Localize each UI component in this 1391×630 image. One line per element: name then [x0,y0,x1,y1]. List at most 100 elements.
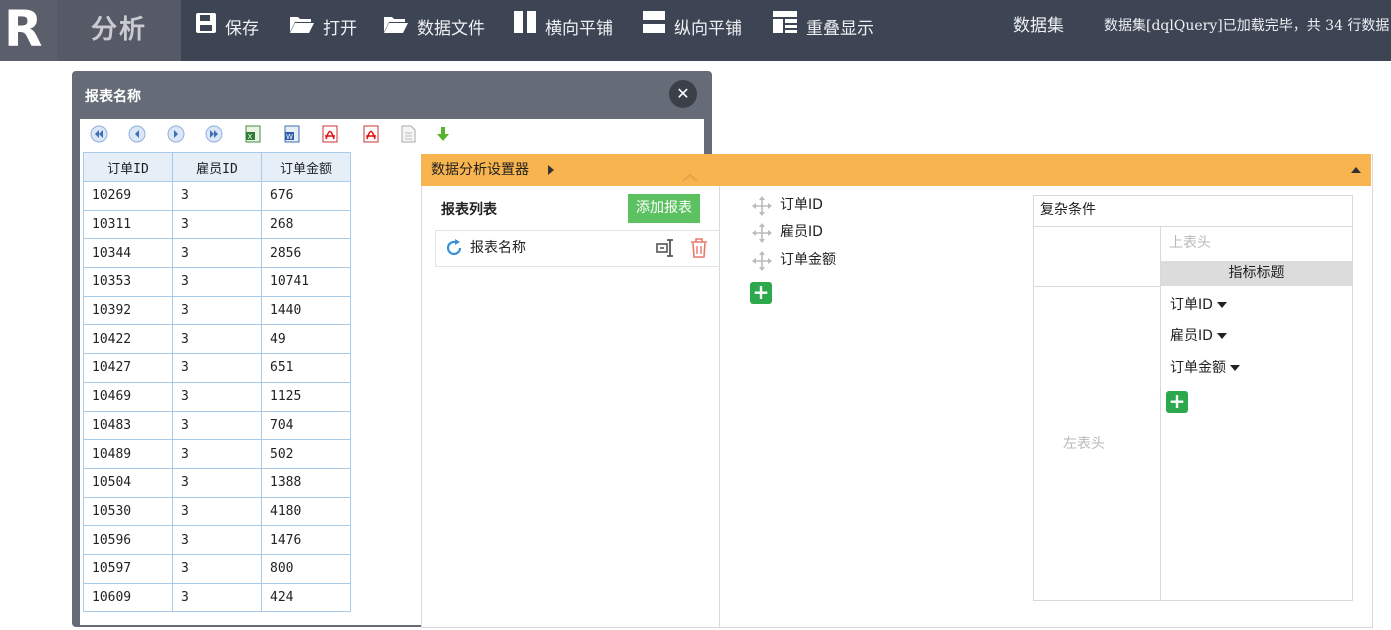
expand-arrow-icon[interactable] [548,165,554,175]
measure-item[interactable]: 订单ID [1170,293,1227,317]
first-page-icon[interactable] [90,125,108,143]
divider [1034,286,1161,287]
table-row[interactable]: 10353 3 10741 [83,267,351,297]
field-label: 雇员ID [780,224,823,240]
table-cell: 1125 [261,381,351,412]
table-row[interactable]: 10469 3 1125 [83,381,351,412]
table-cell: 502 [261,439,351,469]
column-header[interactable]: 雇员ID [172,152,262,182]
move-icon[interactable] [752,223,772,247]
measure-item[interactable]: 雇员ID [1170,324,1227,348]
table-row[interactable]: 10489 3 502 [83,439,351,469]
analysis-panel-title: 数据分析设置器 [431,162,529,178]
table-cell: 268 [261,209,351,240]
tile-vertical-button[interactable]: 纵向平铺 [642,0,742,61]
measure-label: 雇员ID [1170,328,1213,344]
table-cell: 3 [172,324,262,355]
condition-title[interactable]: 复杂条件 [1040,196,1096,226]
table-cell: 3 [172,267,262,297]
collapse-panel-icon[interactable] [1351,167,1361,173]
download-icon[interactable] [434,125,452,143]
save-button[interactable]: 保存 [195,0,259,61]
table-cell: 3 [172,295,262,326]
left-header-dropzone[interactable]: 左表头 [1063,433,1105,453]
table-cell: 49 [261,324,351,355]
column-header[interactable]: 订单ID [83,152,173,182]
measure-item[interactable]: 订单金额 [1170,356,1240,380]
table-cell: 4180 [261,496,351,527]
caret-down-icon[interactable] [1230,365,1240,371]
analysis-panel-header[interactable]: 数据分析设置器 [421,154,1371,186]
table-cell: 10392 [83,295,173,326]
refresh-icon[interactable] [444,238,464,262]
export-text-icon[interactable] [399,125,417,143]
table-cell: 3 [172,553,262,584]
plus-icon: + [752,280,770,304]
table-cell: 10344 [83,238,173,269]
table-cell: 10269 [83,181,173,211]
table-cell: 2856 [261,238,351,269]
table-row[interactable]: 10427 3 651 [83,353,351,383]
table-row[interactable]: 10311 3 268 [83,209,351,240]
report-data-table: 订单ID 雇员ID 订单金额 10269 3 676 10311 3 268 10344 3 2… [83,152,351,613]
export-pdf-icon[interactable] [321,125,339,143]
field-label: 订单金额 [780,252,836,268]
previous-page-icon[interactable] [128,125,146,143]
caret-down-icon[interactable] [1216,333,1227,339]
top-header-dropzone[interactable]: 上表头 [1169,232,1211,252]
folder-open-icon [289,0,315,58]
tile-vertical-label: 纵向平铺 [674,19,742,39]
table-cell: 10422 [83,324,173,355]
table-row[interactable]: 10344 3 2856 [83,238,351,269]
table-cell: 1476 [261,525,351,555]
open-button[interactable]: 打开 [289,0,357,61]
table-row[interactable]: 10596 3 1476 [83,525,351,555]
plus-icon: + [1168,389,1186,413]
table-cell: 3 [172,381,262,412]
report-toolbar: X W [80,119,704,149]
export-pdf-alt-icon[interactable] [362,125,380,143]
cascade-button[interactable]: 重叠显示 [772,0,874,61]
move-icon[interactable] [752,251,772,275]
column-header[interactable]: 订单金额 [261,152,351,182]
data-file-button[interactable]: 数据文件 [383,0,485,61]
chevron-up-icon [681,170,699,186]
condition-panel: 复杂条件 上表头 指标标题 左表头 订单ID 雇员ID 订单金额 + [1033,195,1353,601]
close-button[interactable]: ✕ [669,80,697,108]
trash-icon[interactable] [690,238,708,262]
last-page-icon[interactable] [205,125,223,143]
table-row[interactable]: 10609 3 424 [83,582,351,613]
app-logo: R [0,0,57,61]
add-measure-button[interactable]: + [1166,391,1188,413]
table-cell: 10311 [83,209,173,240]
tile-horizontal-button[interactable]: 横向平铺 [513,0,613,61]
export-word-icon[interactable]: W [283,125,301,143]
add-report-button[interactable]: 添加报表 [628,194,700,223]
table-cell: 10530 [83,496,173,527]
table-cell: 10489 [83,439,173,469]
dataset-menu[interactable]: 数据集 [1013,0,1064,61]
table-cell: 10353 [83,267,173,297]
table-row[interactable]: 10269 3 676 [83,181,351,211]
table-body: 10269 3 676 10311 3 268 10344 3 2856 10353 3 10741 1… [83,181,351,613]
table-cell: 651 [261,353,351,383]
caret-down-icon[interactable] [1216,302,1227,308]
export-excel-icon[interactable]: X [244,125,262,143]
tile-horizontal-label: 横向平铺 [545,19,613,39]
metric-title-header[interactable]: 指标标题 [1161,261,1352,286]
list-item[interactable]: 报表名称 [435,230,720,267]
table-row[interactable]: 10504 3 1388 [83,467,351,498]
table-cell: 10483 [83,410,173,441]
report-name: 报表名称 [470,240,526,256]
table-header-row: 订单ID 雇员ID 订单金额 [83,152,351,182]
table-row[interactable]: 10392 3 1440 [83,295,351,326]
table-row[interactable]: 10422 3 49 [83,324,351,355]
table-row[interactable]: 10530 3 4180 [83,496,351,527]
rename-icon[interactable] [656,239,676,261]
measure-label: 订单金额 [1170,360,1226,376]
move-icon[interactable] [752,196,772,220]
table-row[interactable]: 10483 3 704 [83,410,351,441]
add-field-button[interactable]: + [750,282,772,304]
table-row[interactable]: 10597 3 800 [83,553,351,584]
next-page-icon[interactable] [167,125,185,143]
